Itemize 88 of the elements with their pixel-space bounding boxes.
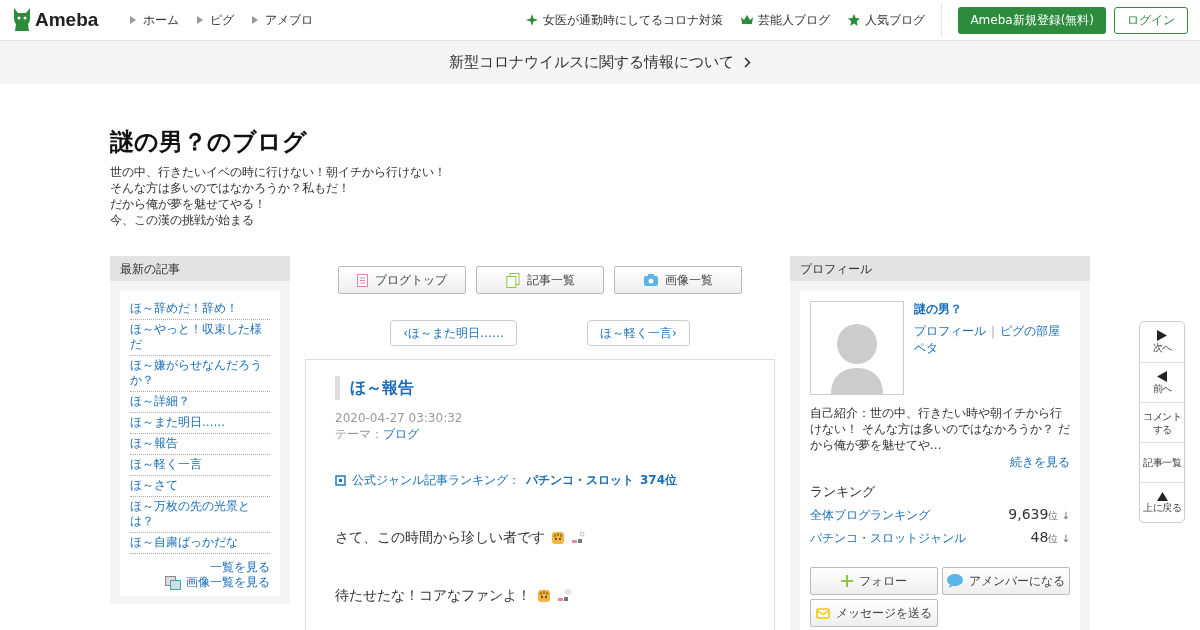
blog-description: そんな方は多いのではなかろうか？私もだ！	[110, 180, 351, 196]
camera-icon	[643, 274, 658, 286]
article-link[interactable]: ほ～報告	[130, 434, 270, 455]
ranking-heading: ランキング	[810, 483, 876, 501]
list-link[interactable]: 一覧を見る	[210, 560, 270, 575]
rank-unit: 位 ↓	[1048, 510, 1070, 521]
blog-description: 今、この漢の挑戦が始まる	[110, 212, 255, 228]
side-nav-item[interactable]: 記事一覧	[1140, 442, 1184, 482]
article-link[interactable]: ほ～嫌がらせなんだろうか？	[130, 356, 270, 392]
register-button[interactable]: Ameba新規登録(無料)	[958, 6, 1106, 34]
side-nav-item[interactable]: 上に戻る	[1140, 482, 1184, 522]
article-title[interactable]: ほ～報告	[335, 376, 745, 400]
caret-icon	[252, 16, 259, 24]
chevron-right-icon	[744, 57, 751, 68]
profile-intro: 自己紹介：世の中、行きたい時や朝イチから行けない！ そんな方は多いのではなかろうか？ だから俺が夢を魅せてや...	[810, 405, 1070, 453]
blog-description: だから俺が夢を魅せてやる！	[110, 196, 267, 212]
article-link[interactable]: ほ～自粛ばっかだな	[130, 533, 270, 554]
theme-link[interactable]: ブログ	[383, 427, 419, 441]
article-link[interactable]: ほ～詳細？	[130, 392, 270, 413]
ranking-link[interactable]: パチンコ・スロットジャンル	[810, 530, 966, 547]
ranking-genre[interactable]: パチンコ・スロット	[526, 472, 634, 489]
peta-link[interactable]: ペタ	[914, 340, 1061, 357]
logo-text[interactable]: Ameba	[35, 9, 99, 31]
chat-bubble-icon	[947, 574, 963, 588]
blog-description: 世の中、行きたいイベの時に行けない！朝イチから行けない！	[110, 164, 447, 180]
header-link[interactable]: 芸能人ブログ	[741, 11, 831, 29]
triangle-up-icon	[1156, 491, 1168, 501]
article-link[interactable]: ほ～辞めだ！辞め！	[130, 299, 270, 320]
article-link[interactable]: ほ～また明日……	[130, 413, 270, 434]
caret-icon	[130, 16, 137, 24]
ranking-rank: 374位	[640, 472, 678, 489]
blog-title[interactable]: 謎の男？のブログ	[110, 126, 1090, 158]
read-more-link[interactable]: 続きを見る	[1010, 454, 1070, 471]
header-link[interactable]: 女医が通勤時にしてるコロナ対策	[526, 11, 724, 29]
next-article-button[interactable]: ほ～軽く一言›	[587, 320, 690, 346]
rank-unit: 位 ↓	[1048, 533, 1070, 544]
logo-mascot-icon	[12, 8, 32, 32]
crown-icon	[741, 14, 754, 26]
profile-button[interactable]: アメンバーになる	[942, 567, 1070, 595]
nav-link[interactable]: アメブロ	[252, 11, 314, 29]
side-nav-item[interactable]: 前へ	[1140, 362, 1184, 402]
blog-tab[interactable]: 記事一覧	[476, 266, 604, 294]
rank-value: 9,639	[1008, 506, 1049, 522]
sparkle-icon	[526, 14, 539, 26]
play-right-icon	[1157, 330, 1167, 341]
envelope-icon	[816, 607, 830, 619]
article-link[interactable]: ほ～軽く一言	[130, 455, 270, 476]
theme-label: テーマ：	[335, 427, 383, 441]
caret-icon	[197, 16, 204, 24]
side-nav-item[interactable]: コメントする	[1140, 402, 1184, 442]
star-icon	[848, 14, 861, 26]
play-left-icon	[1157, 370, 1167, 382]
nav-link[interactable]: ホーム	[130, 11, 180, 29]
image-list-link[interactable]: 画像一覧を見る	[165, 575, 270, 590]
article-link[interactable]: ほ～万枚の先の光景とは？	[130, 497, 270, 533]
rank-value: 48	[1030, 529, 1049, 545]
tiger-face-icon	[537, 589, 551, 603]
images-icon	[165, 575, 181, 590]
side-nav-item[interactable]: 次へ	[1140, 322, 1184, 362]
article-link[interactable]: ほ～やっと！収束した様だ	[130, 320, 270, 356]
separator: |	[991, 324, 996, 339]
blog-tab[interactable]: 画像一覧	[614, 266, 742, 294]
panel-heading: 最新の記事	[110, 256, 290, 281]
article-link[interactable]: ほ～さて	[130, 476, 270, 497]
tiger-face-icon	[551, 531, 565, 545]
nav-link[interactable]: ピグ	[197, 11, 235, 29]
pig-room-link[interactable]: ピグの部屋	[1000, 323, 1061, 340]
calendar-icon	[335, 475, 346, 486]
ranking-label: 公式ジャンル記事ランキング：	[352, 472, 520, 489]
header-link[interactable]: 人気ブログ	[848, 11, 926, 29]
profile-name[interactable]: 謎の男？	[914, 301, 1061, 318]
article-text: 待たせたな！コアなファンよ！	[335, 587, 531, 605]
login-button[interactable]: ログイン	[1114, 6, 1188, 34]
profile-button[interactable]: フォロー	[810, 567, 938, 595]
pages-icon	[505, 272, 520, 288]
plus-icon	[841, 575, 853, 587]
pill-drawing	[571, 531, 585, 545]
article-date: 2020-04-27 03:30:32	[335, 410, 464, 426]
ranking-link[interactable]: 全体ブログランキング	[810, 507, 930, 524]
profile-button[interactable]: メッセージを送る	[810, 599, 938, 627]
notice-banner[interactable]: 新型コロナウイルスに関する情報について	[0, 41, 1200, 84]
panel-heading: プロフィール	[790, 256, 1090, 281]
document-icon	[357, 273, 368, 287]
pill-drawing	[557, 589, 571, 603]
blog-tab[interactable]: ブログトップ	[338, 266, 466, 294]
profile-link[interactable]: プロフィール	[914, 323, 986, 340]
article-text: さて、この時間から珍しい者です	[335, 529, 545, 547]
prev-article-button[interactable]: ‹ほ～また明日……	[390, 320, 517, 346]
